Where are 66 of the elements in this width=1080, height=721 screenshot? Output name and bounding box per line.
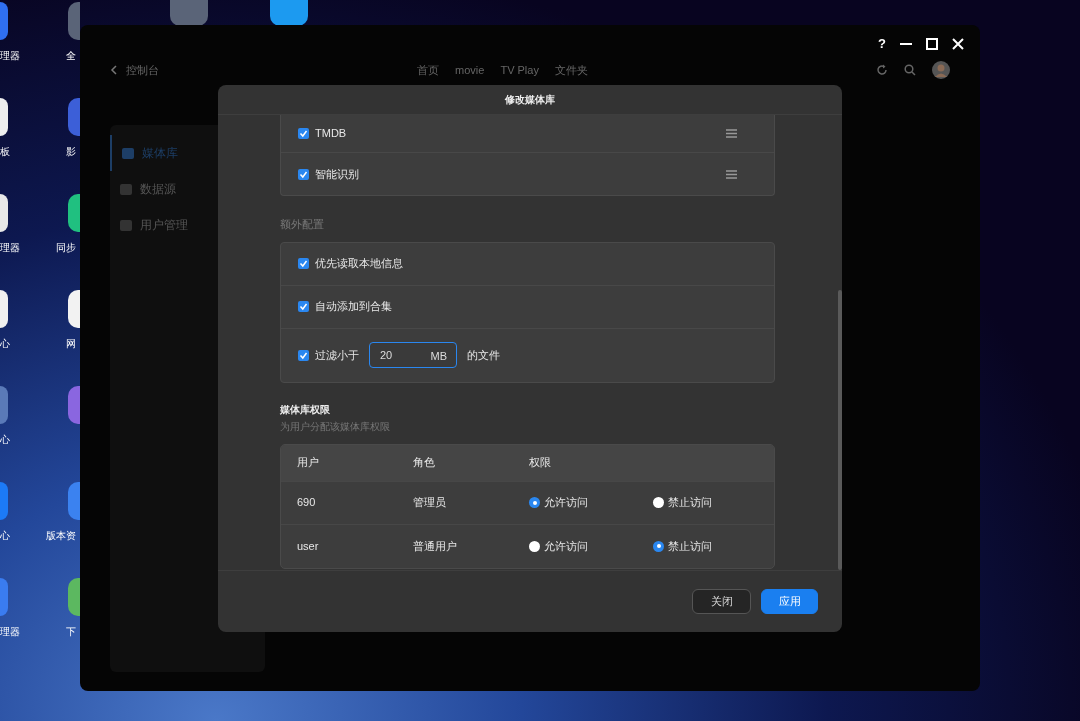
section-heading: 媒体库权限 [280,402,331,417]
table-cell-text: 690 [297,495,317,511]
column-header: 角色 [413,455,436,471]
app-icon[interactable] [0,194,8,232]
option-label: 自动添加到合集 [315,299,392,315]
app-icon[interactable] [0,290,8,328]
table-cell-text: 管理员 [413,495,447,511]
radio-option[interactable]: 禁止访问 [653,494,758,511]
app-label: 心 [0,433,10,447]
apply-button[interactable]: 应用 [761,589,818,614]
column-header: 权限 [529,455,552,471]
sidebar-item-icon [120,219,132,231]
sidebar-item[interactable]: 数据源 [110,171,265,207]
nav-link[interactable]: TV Play [500,61,539,79]
sidebar-item-icon [120,183,132,195]
checkbox[interactable] [298,258,309,269]
close-button[interactable]: 关闭 [692,589,751,614]
app-label: 心 [0,337,10,351]
maximize-icon[interactable] [926,38,938,50]
nav-link[interactable]: 首页 [417,61,440,79]
app-icon[interactable] [68,290,80,328]
source-label: TMDB [315,126,347,142]
scrollbar[interactable] [838,290,842,570]
refresh-icon[interactable] [876,64,888,76]
checkbox[interactable] [298,168,309,180]
table-cell-text: user [297,538,320,554]
checkbox[interactable] [298,128,309,139]
app-label: 全 [66,49,76,63]
app-label: 板 [0,145,10,159]
radio-option[interactable]: 允许访问 [529,537,653,555]
column-header: 用户 [297,455,320,471]
option-label: 优先读取本地信息 [315,256,403,272]
app-icon[interactable] [68,194,80,232]
section-heading: 额外配置 [280,217,325,232]
app-label: 心 [0,529,10,543]
nav-link[interactable]: movie [455,61,485,79]
app-icon[interactable] [0,98,8,136]
app-label: 理器 [0,625,20,639]
sidebar-item-icon [122,147,134,159]
source-label: 智能识别 [315,166,359,182]
app-label: 理器 [0,241,20,255]
help-icon[interactable]: ? [878,34,886,54]
radio-option[interactable]: 禁止访问 [653,537,758,555]
option-label: 的文件 [467,347,500,363]
app-label: 理器 [0,49,20,63]
sidebar-item[interactable]: 用户管理 [110,207,265,243]
back-link[interactable]: 控制台 [126,61,159,79]
search-icon[interactable] [904,64,916,76]
checkbox[interactable] [298,349,309,361]
app-label: 同步 [56,241,76,255]
app-label: 网 [66,337,76,351]
back-icon[interactable] [110,65,118,75]
app-label: 影 [66,145,76,159]
dialog-title: 修改媒体库 [505,93,555,107]
unit-label: MB [430,349,447,364]
drag-handle-icon[interactable] [726,169,737,179]
close-icon[interactable] [952,38,964,50]
radio-option[interactable]: 允许访问 [529,494,653,511]
option-label: 过滤小于 [315,347,359,363]
app-label: 下 [66,625,76,639]
table-cell-text: 普通用户 [413,538,458,554]
avatar-icon[interactable] [932,61,950,79]
drag-handle-icon[interactable] [726,129,737,138]
nav-link[interactable]: 文件夹 [554,61,588,79]
app-label: 版本资 [46,529,76,543]
checkbox[interactable] [298,301,309,312]
